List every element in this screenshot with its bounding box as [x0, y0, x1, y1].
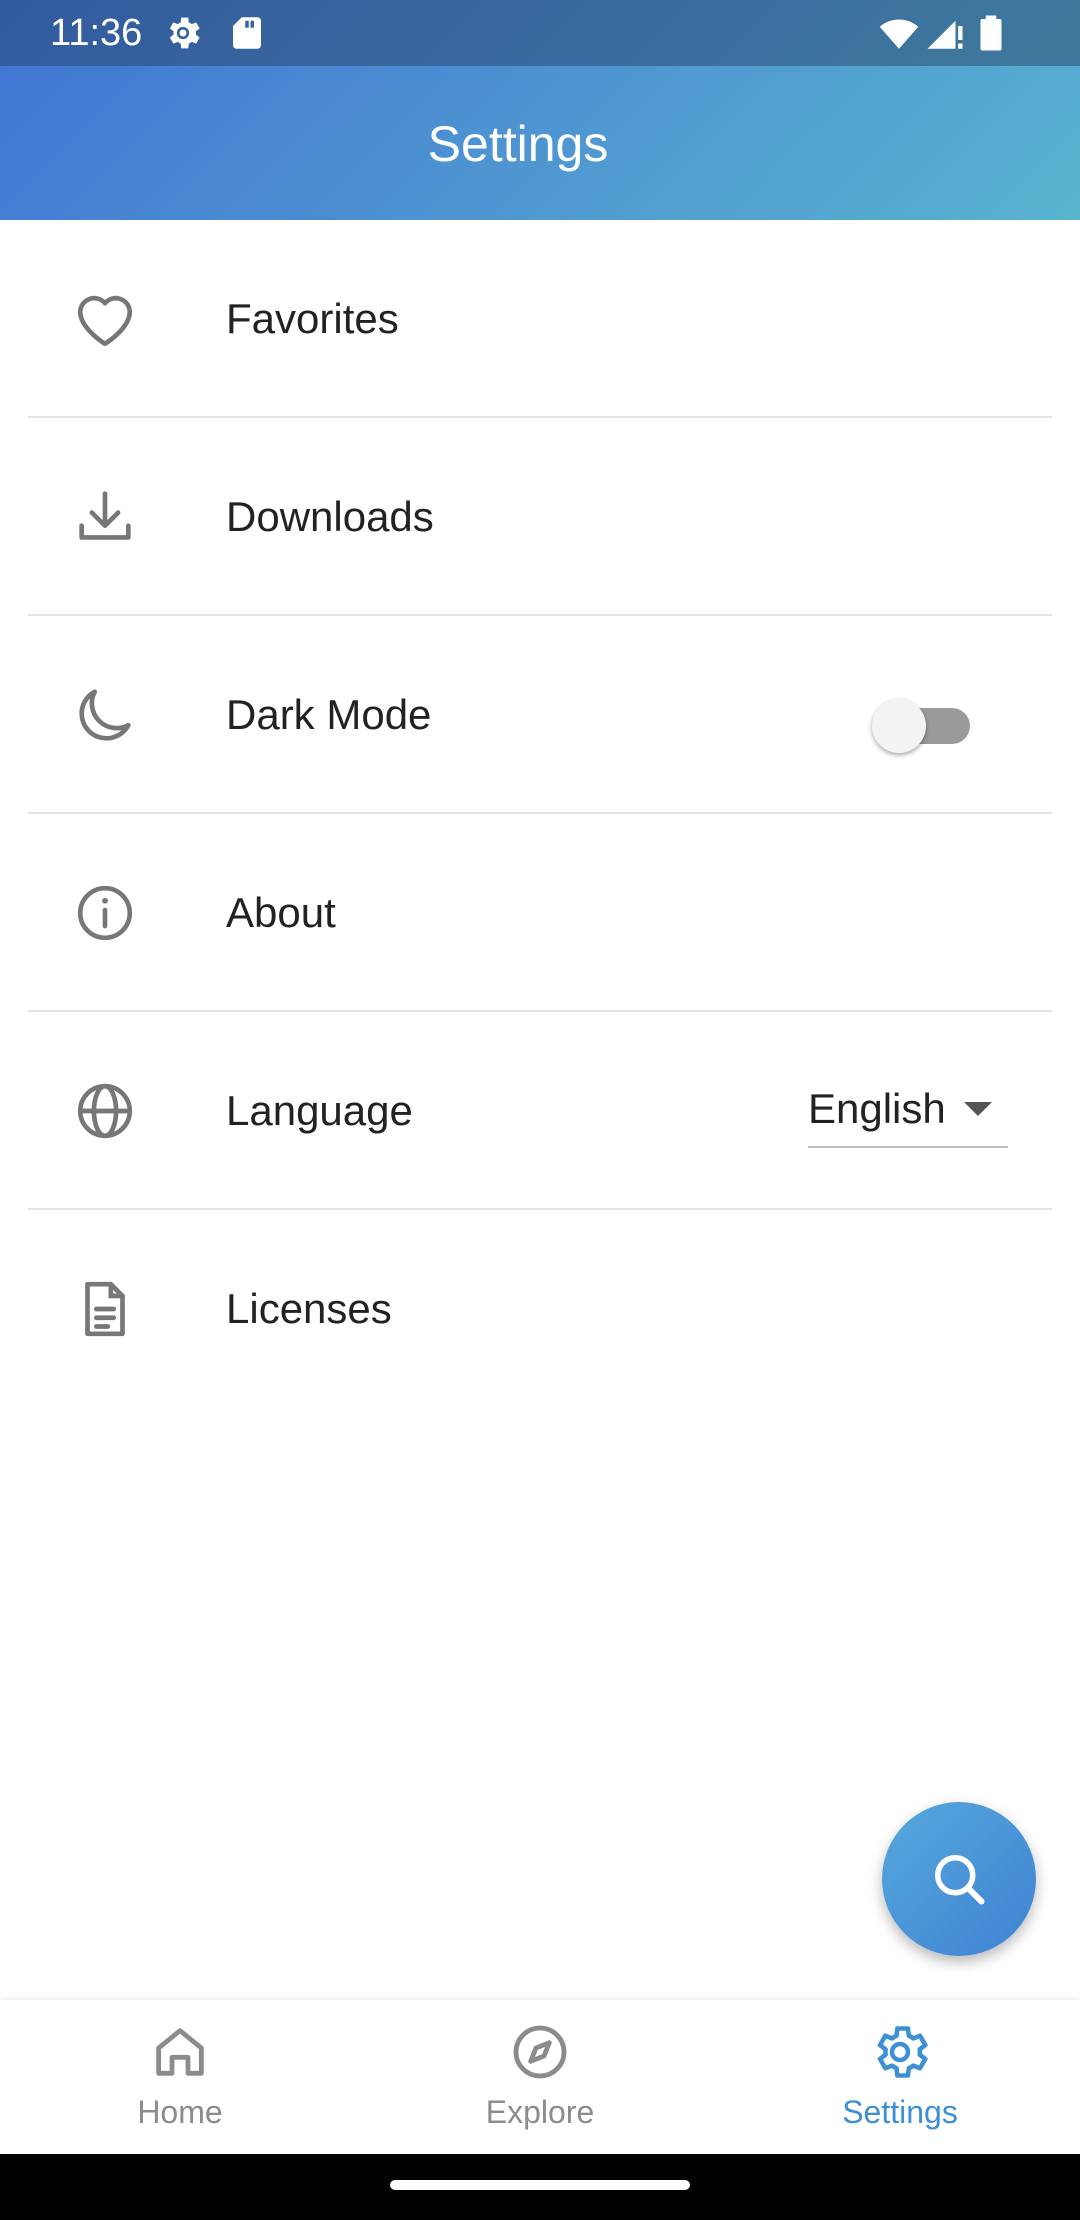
- dark-mode-toggle[interactable]: [872, 696, 976, 756]
- sd-card-icon: [233, 17, 261, 49]
- nav-item-settings[interactable]: Settings: [720, 2000, 1080, 2154]
- wifi-icon: [879, 19, 919, 49]
- nav-item-explore[interactable]: Explore: [360, 2000, 720, 2154]
- home-icon: [156, 2028, 204, 2076]
- home-gesture-handle[interactable]: [390, 2180, 690, 2190]
- settings-gear-status-icon: [169, 17, 200, 49]
- settings-item-dark-mode[interactable]: Dark Mode: [0, 616, 1080, 814]
- dropdown-arrow-icon: [964, 1102, 992, 1116]
- nav-label-home: Home: [137, 2094, 223, 2130]
- document-icon: [85, 1281, 125, 1337]
- language-select[interactable]: English: [808, 1062, 1008, 1148]
- search-icon: [935, 1855, 985, 1905]
- settings-item-licenses[interactable]: Licenses: [0, 1210, 1080, 1408]
- settings-item-label: About: [226, 889, 336, 936]
- globe-icon: [77, 1083, 133, 1139]
- settings-item-label: Language: [226, 1087, 413, 1134]
- settings-item-about[interactable]: About: [0, 814, 1080, 1012]
- app-header: 11:36 Settings: [0, 0, 1080, 220]
- toggle-thumb: [872, 699, 926, 753]
- cell-signal-icon: [927, 20, 963, 49]
- settings-item-label: Downloads: [226, 493, 434, 540]
- settings-item-downloads[interactable]: Downloads: [0, 418, 1080, 616]
- language-select-value: English: [808, 1085, 946, 1132]
- moon-icon: [79, 689, 131, 741]
- settings-item-label: Licenses: [226, 1285, 392, 1332]
- nav-label-explore: Explore: [485, 2094, 595, 2130]
- settings-item-language: Language English: [0, 1012, 1080, 1210]
- download-icon: [79, 491, 131, 540]
- gesture-navigation-bar: [0, 2154, 1080, 2220]
- compass-icon: [513, 2025, 567, 2079]
- status-time: 11:36: [50, 12, 143, 54]
- gear-icon: [877, 2026, 928, 2078]
- settings-list: Favorites Downloads Dark Mode About Lang…: [0, 220, 1080, 1408]
- heart-icon: [77, 295, 133, 347]
- settings-item-label: Favorites: [226, 295, 399, 342]
- bottom-navigation: Home Explore Settings: [0, 2000, 1080, 2154]
- search-fab[interactable]: [882, 1802, 1036, 1956]
- settings-item-favorites[interactable]: Favorites: [0, 220, 1080, 418]
- nav-item-home[interactable]: Home: [0, 2000, 360, 2154]
- status-bar: 11:36: [0, 0, 1080, 66]
- settings-item-label: Dark Mode: [226, 691, 432, 738]
- page-title: Settings: [427, 116, 609, 172]
- nav-label-settings: Settings: [842, 2094, 958, 2130]
- info-icon: [77, 885, 133, 941]
- battery-icon: [980, 15, 1002, 51]
